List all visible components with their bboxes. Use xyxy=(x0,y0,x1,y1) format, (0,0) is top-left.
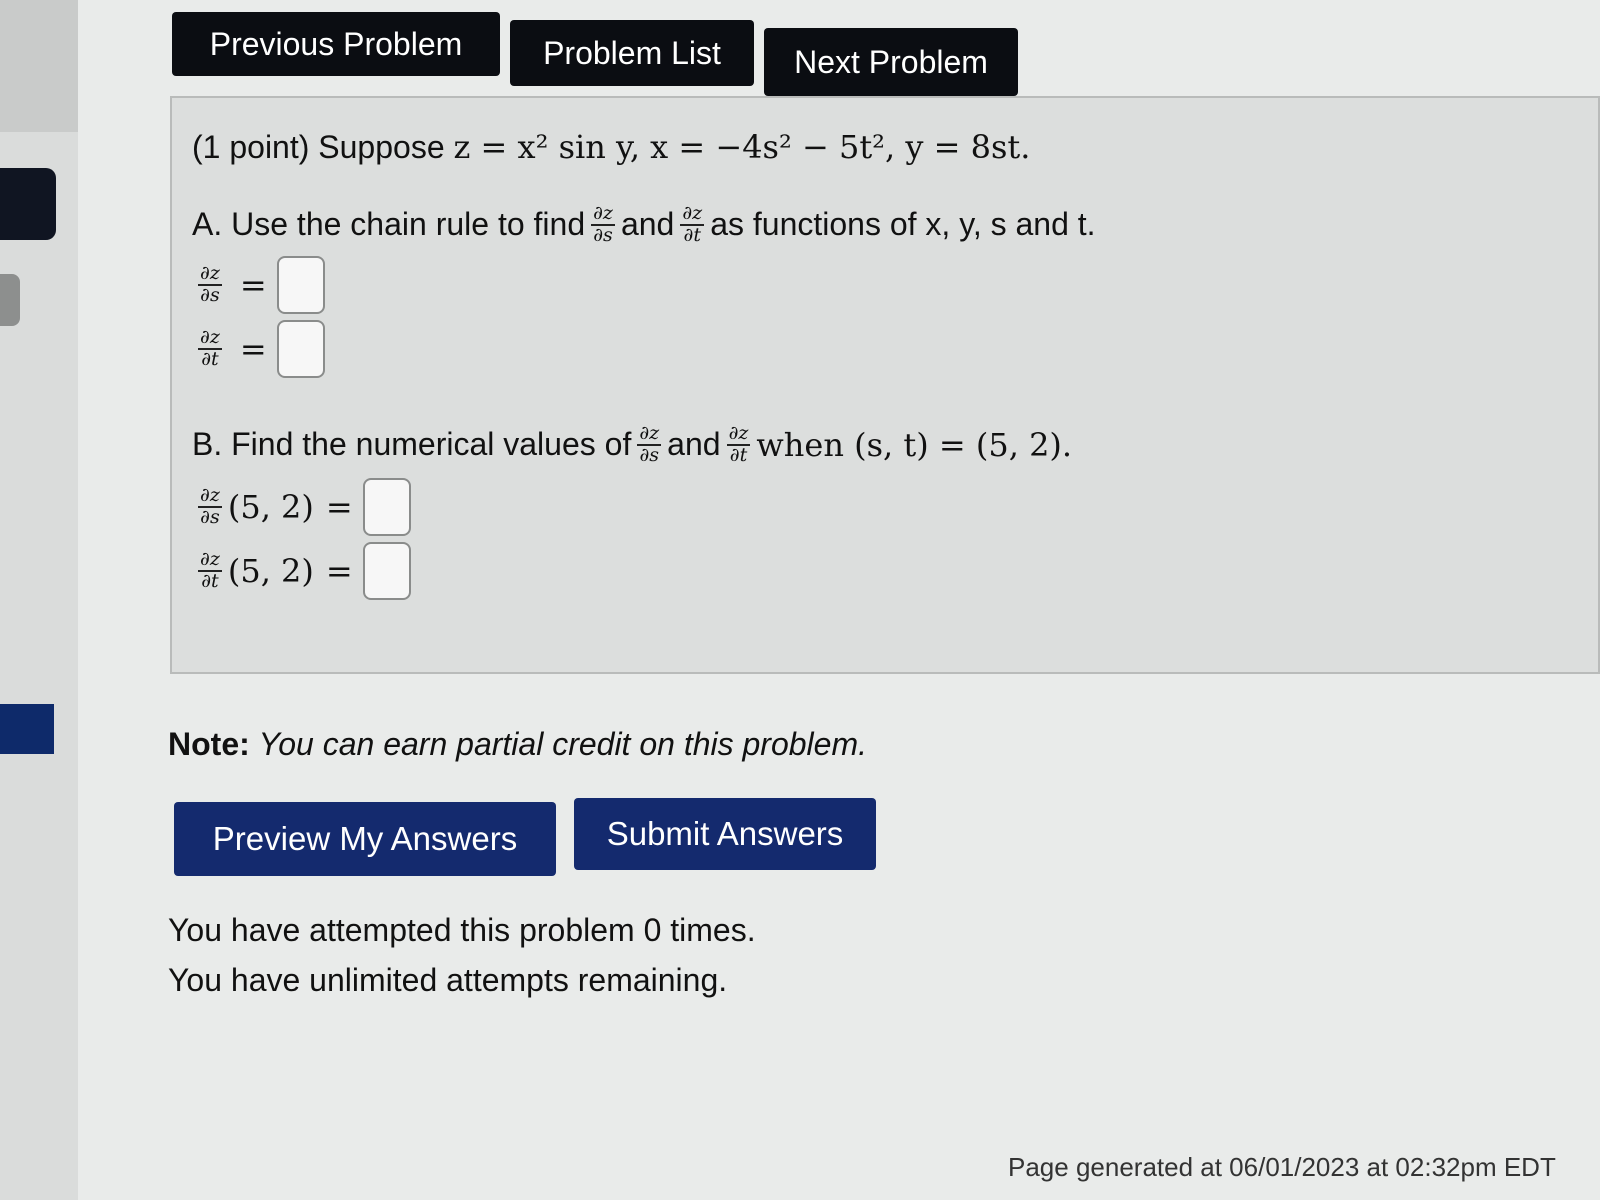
left-sidebar-panel xyxy=(0,0,78,132)
fraction-denominator: ∂t xyxy=(201,348,219,370)
attempts-remaining-text: You have unlimited attempts remaining. xyxy=(168,962,728,998)
dz-ds-fraction: ∂z ∂s xyxy=(591,202,615,246)
dz-dt-fraction: ∂z ∂t xyxy=(726,422,751,466)
equals-sign: = xyxy=(325,488,353,526)
note-label: Note: xyxy=(168,726,250,762)
part-b-answer-input-1[interactable] xyxy=(362,478,411,536)
part-b-answer-input-2[interactable] xyxy=(362,542,411,600)
fraction-denominator: ∂t xyxy=(683,223,701,246)
problem-points: (1 point) Suppose xyxy=(192,129,445,165)
part-b-prefix: B. Find the numerical values of xyxy=(192,426,632,463)
part-b-answer-row-2: ∂z ∂t (5, 2) = xyxy=(192,542,411,600)
dz-dt-fraction: ∂z ∂t xyxy=(680,202,705,246)
part-b-and: and xyxy=(667,426,721,463)
part-a-and: and xyxy=(620,206,675,243)
next-problem-button[interactable]: Next Problem xyxy=(764,28,1018,96)
evaluation-point: (5, 2) xyxy=(227,552,314,590)
dz-ds-fraction: ∂z ∂s xyxy=(637,422,662,466)
problem-list-button[interactable]: Problem List xyxy=(510,20,754,86)
equals-sign: = xyxy=(325,552,353,590)
fraction-numerator: ∂z xyxy=(198,326,222,350)
fraction-numerator: ∂z xyxy=(637,422,662,446)
fraction-numerator: ∂z xyxy=(680,202,705,226)
fraction-denominator: ∂s xyxy=(593,223,613,246)
part-a-answer-row-2: ∂z ∂t = xyxy=(192,320,325,378)
submit-answers-button[interactable]: Submit Answers xyxy=(574,798,876,870)
left-sidebar-marker[interactable] xyxy=(0,704,54,754)
left-sidebar-handle[interactable] xyxy=(0,274,20,326)
equals-sign: = xyxy=(239,266,267,304)
dz-dt-fraction: ∂z ∂t xyxy=(198,548,222,592)
preview-answers-button[interactable]: Preview My Answers xyxy=(174,802,556,876)
previous-problem-button[interactable]: Previous Problem xyxy=(172,12,500,76)
partial-credit-note: Note: You can earn partial credit on thi… xyxy=(168,726,867,763)
fraction-numerator: ∂z xyxy=(198,548,222,572)
fraction-denominator: ∂t xyxy=(201,570,219,592)
fraction-denominator: ∂s xyxy=(639,443,660,466)
note-text: You can earn partial credit on this prob… xyxy=(258,726,867,762)
dz-ds-fraction: ∂z ∂s xyxy=(198,484,222,528)
part-b-suffix: when (s, t) = (5, 2). xyxy=(756,425,1073,464)
part-b-answer-row-1: ∂z ∂s (5, 2) = xyxy=(192,478,411,536)
part-a-instruction: A. Use the chain rule to find ∂z ∂s and … xyxy=(192,202,1096,246)
fraction-denominator: ∂s xyxy=(200,284,220,306)
evaluation-point: (5, 2) xyxy=(227,488,314,526)
page-generated-timestamp: Page generated at 06/01/2023 at 02:32pm … xyxy=(1008,1152,1556,1182)
fraction-numerator: ∂z xyxy=(198,262,222,286)
part-a-prefix: A. Use the chain rule to find xyxy=(192,206,586,243)
part-a-suffix: as functions of x, y, s and t. xyxy=(710,206,1096,243)
fraction-numerator: ∂z xyxy=(726,422,751,446)
dz-dt-fraction: ∂z ∂t xyxy=(198,326,222,370)
problem-given: z = x² sin y, x = −4s² − 5t², y = 8st. xyxy=(453,128,1031,166)
fraction-denominator: ∂t xyxy=(729,443,748,466)
equals-sign: = xyxy=(239,330,267,368)
attempts-count-text: You have attempted this problem 0 times. xyxy=(168,912,756,948)
part-b-instruction: B. Find the numerical values of ∂z ∂s an… xyxy=(192,422,1073,466)
fraction-denominator: ∂s xyxy=(200,506,220,528)
part-a-answer-row-1: ∂z ∂s = xyxy=(192,256,325,314)
left-sidebar-tab[interactable] xyxy=(0,168,56,240)
dz-ds-fraction: ∂z ∂s xyxy=(198,262,222,306)
problem-statement: (1 point) Suppose z = x² sin y, x = −4s²… xyxy=(192,128,1030,166)
fraction-numerator: ∂z xyxy=(198,484,222,508)
problem-panel: (1 point) Suppose z = x² sin y, x = −4s²… xyxy=(170,96,1600,674)
part-a-answer-input-1[interactable] xyxy=(276,256,325,314)
fraction-numerator: ∂z xyxy=(591,202,615,226)
part-a-answer-input-2[interactable] xyxy=(276,320,325,378)
